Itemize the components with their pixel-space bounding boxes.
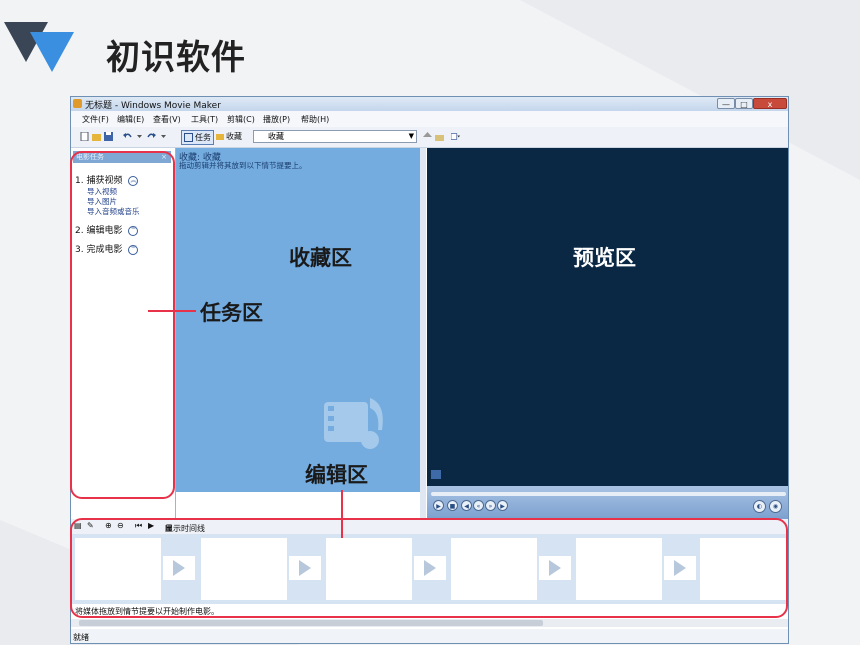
collection-select-value: 收藏 (268, 132, 284, 141)
tasks-area-highlight (70, 151, 175, 499)
menu-bar: 文件(F) 编辑(E) 查看(V) 工具(T) 剪辑(C) 播放(P) 帮助(H… (71, 111, 788, 127)
views-icon[interactable] (451, 132, 460, 141)
slide-logo-icon (4, 22, 74, 72)
previous-frame-icon[interactable]: ◀ (461, 500, 472, 511)
open-project-icon[interactable] (92, 132, 101, 141)
redo-icon[interactable] (147, 132, 156, 141)
play-icon[interactable]: ▶ (433, 500, 444, 511)
menu-help[interactable]: 帮助(H) (301, 114, 329, 125)
preview-screen (427, 148, 788, 486)
undo-icon[interactable] (123, 132, 132, 141)
stop-icon[interactable]: ■ (447, 500, 458, 511)
menu-tools[interactable]: 工具(T) (191, 114, 218, 125)
horizontal-scrollbar[interactable] (71, 619, 788, 627)
status-text: 就绪 (73, 633, 89, 642)
pane-splitter[interactable] (420, 148, 426, 518)
playback-controls: ▶ ■ ◀ « » ▶ ◐ ◉ (427, 486, 788, 519)
collections-toggle-button[interactable]: 收藏 (216, 130, 242, 143)
redo-dropdown-icon[interactable] (159, 132, 168, 141)
seek-bar[interactable] (431, 492, 786, 496)
edit-area-label: 编辑区 (305, 463, 368, 487)
window-title: 无标题 - Windows Movie Maker (85, 101, 221, 111)
menu-edit[interactable]: 编辑(E) (117, 114, 144, 125)
rewind-icon[interactable]: « (473, 500, 484, 511)
film-music-watermark-icon (324, 398, 383, 449)
status-bar: 就绪 (71, 629, 788, 643)
next-frame-icon[interactable]: ▶ (497, 500, 508, 511)
collection-hint: 拖动剪辑并将其放到以下情节提要上。 (179, 161, 307, 170)
preview-monitor: ▶ ■ ◀ « » ▶ ◐ ◉ (427, 148, 788, 519)
preview-area-label: 预览区 (573, 246, 636, 270)
save-project-icon[interactable] (104, 132, 113, 141)
chevron-down-icon: ▼ (408, 132, 414, 140)
menu-file[interactable]: 文件(F) (82, 114, 109, 125)
tasks-pointer-line (148, 310, 196, 312)
collection-area-label: 收藏区 (289, 246, 352, 270)
new-project-icon[interactable] (80, 132, 89, 141)
tasks-toggle-label: 任务 (195, 133, 211, 142)
collection-select[interactable]: 收藏 ▼ (253, 130, 417, 143)
edit-pointer-line (341, 490, 343, 538)
slide-title: 初识软件 (106, 38, 246, 78)
close-button[interactable]: x (753, 98, 787, 109)
undo-dropdown-icon[interactable] (135, 132, 144, 141)
main-toolbar: 任务 收藏 收藏 ▼ (71, 127, 788, 148)
menu-clip[interactable]: 剪辑(C) (227, 114, 255, 125)
fast-forward-icon[interactable]: » (485, 500, 496, 511)
tasks-area-label: 任务区 (200, 301, 263, 325)
up-folder-icon[interactable] (423, 132, 432, 141)
collections-toggle-label: 收藏 (226, 132, 242, 141)
minimize-button[interactable]: — (717, 98, 735, 109)
take-picture-icon[interactable]: ◉ (769, 500, 782, 513)
collections-icon (216, 133, 224, 140)
maximize-button[interactable]: □ (735, 98, 753, 109)
edit-area-highlight (70, 518, 788, 618)
app-icon (73, 99, 82, 108)
split-clip-icon[interactable] (431, 470, 441, 479)
menu-play[interactable]: 播放(P) (263, 114, 290, 125)
tasks-toggle-button[interactable]: 任务 (181, 130, 214, 145)
scrollbar-thumb[interactable] (79, 620, 543, 626)
new-collection-folder-icon[interactable] (435, 132, 444, 141)
tasks-icon (184, 133, 193, 142)
split-icon[interactable]: ◐ (753, 500, 766, 513)
title-bar: 无标题 - Windows Movie Maker — □ x (71, 97, 788, 111)
menu-view[interactable]: 查看(V) (153, 114, 181, 125)
